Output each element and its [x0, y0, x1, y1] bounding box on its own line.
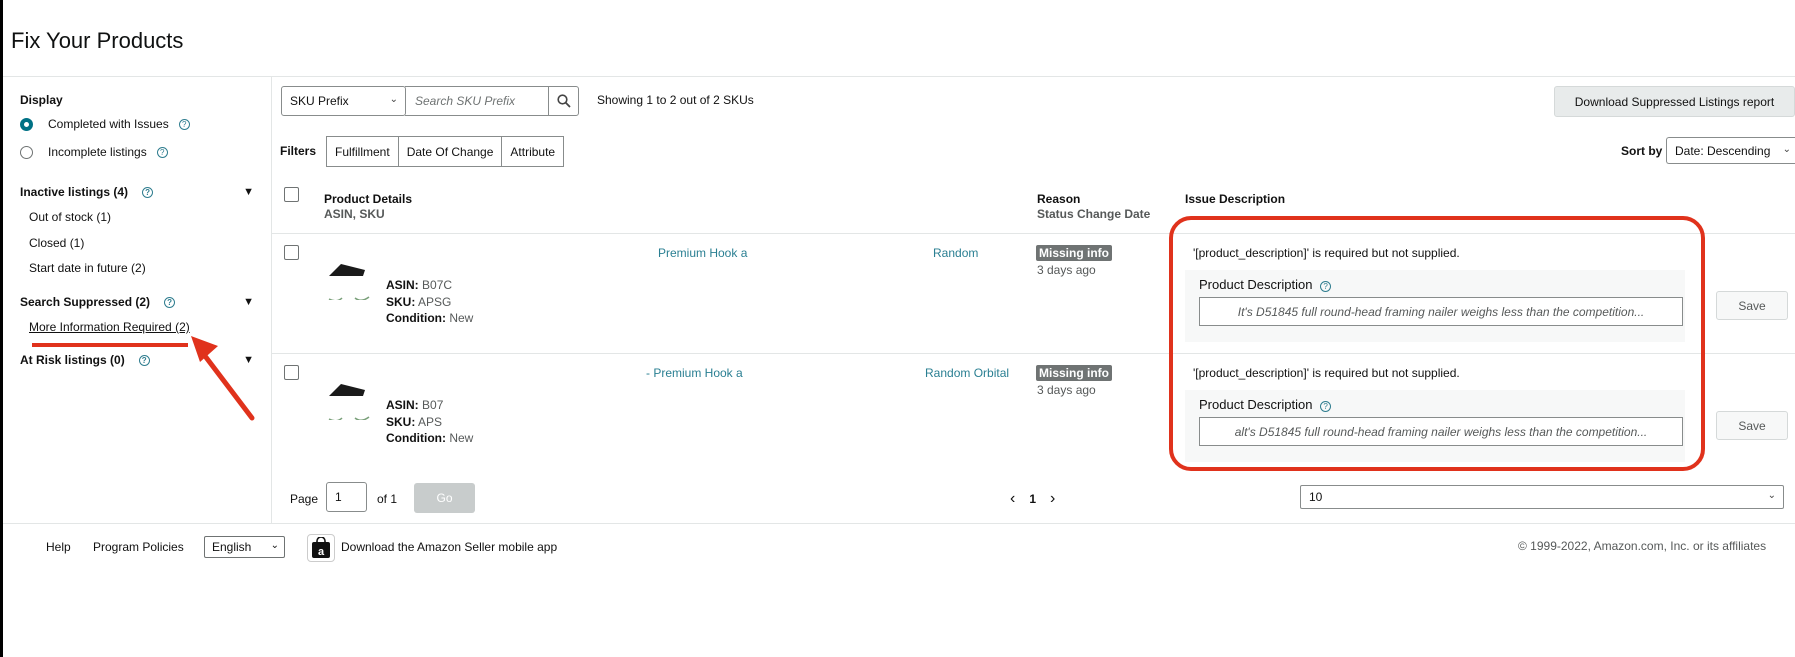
group-search-suppressed[interactable]: Search Suppressed (2) ? ▼ — [20, 295, 254, 309]
prev-page-icon[interactable]: ‹ — [1010, 490, 1015, 508]
asin-value: ASIN: B07 — [386, 398, 444, 412]
status-change-date: 3 days ago — [1037, 263, 1096, 277]
product-thumbnail[interactable] — [327, 260, 371, 300]
annotation-highlight-box — [1169, 216, 1705, 471]
search-input[interactable]: Search SKU Prefix — [405, 86, 549, 116]
sort-value: Date: Descending — [1675, 143, 1771, 158]
sku-value: SKU: APSG — [386, 295, 452, 309]
go-button[interactable]: Go — [414, 483, 475, 513]
sidebar-item-start-date-future[interactable]: Start date in future (2) — [29, 261, 146, 275]
status-change-date: 3 days ago — [1037, 383, 1096, 397]
product-thumbnail[interactable] — [327, 380, 371, 420]
radio-checked-icon[interactable] — [20, 117, 33, 131]
help-link[interactable]: Help — [46, 540, 71, 554]
app-icon-letter: a — [317, 546, 325, 558]
page-number-input[interactable]: 1 — [326, 482, 367, 512]
results-count: Showing 1 to 2 out of 2 SKUs — [597, 93, 754, 107]
language-select[interactable]: English ⌄ — [204, 536, 285, 558]
header-product-details[interactable]: Product Details — [324, 192, 412, 206]
header-issue-description: Issue Description — [1185, 192, 1286, 206]
filter-date-of-change[interactable]: Date Of Change — [398, 137, 503, 166]
group-label: At Risk listings (0) — [20, 353, 125, 367]
chevron-down-icon: ⌄ — [270, 540, 279, 551]
sku-prefix-value: SKU Prefix — [290, 94, 349, 108]
download-app-link[interactable]: Download the Amazon Seller mobile app — [341, 540, 557, 554]
collapse-triangle-icon[interactable]: ▼ — [243, 296, 254, 308]
radio-label: Incomplete listings — [48, 145, 147, 159]
header-reason[interactable]: Reason — [1037, 192, 1080, 206]
amazon-app-icon[interactable]: a — [307, 534, 335, 562]
help-icon[interactable]: ? — [142, 186, 154, 198]
page-total: of 1 — [377, 492, 398, 506]
help-icon[interactable]: ? — [156, 146, 168, 158]
status-badge: Missing info — [1036, 365, 1112, 381]
program-policies-link[interactable]: Program Policies — [93, 540, 184, 554]
page-title: Fix Your Products — [11, 28, 184, 53]
status-badge: Missing info — [1036, 245, 1112, 261]
product-title-link[interactable]: - Premium Hook a — [646, 366, 743, 380]
sidebar-item-more-info-required[interactable]: More Information Required (2) — [29, 320, 190, 334]
help-icon[interactable]: ? — [164, 296, 176, 308]
select-all-checkbox[interactable] — [284, 187, 299, 202]
sidebar-item-out-of-stock[interactable]: Out of stock (1) — [29, 210, 111, 224]
radio-incomplete-listings[interactable]: Incomplete listings ? — [20, 145, 168, 159]
search-icon — [556, 94, 571, 108]
filter-attribute[interactable]: Attribute — [502, 137, 564, 166]
chevron-down-icon: ⌄ — [389, 94, 398, 105]
sku-prefix-select[interactable]: SKU Prefix ⌄ — [281, 86, 406, 116]
filter-fulfillment[interactable]: Fulfillment — [327, 137, 399, 166]
filters-label: Filters — [280, 144, 317, 158]
per-page-value: 10 — [1309, 490, 1323, 504]
product-title-link[interactable]: Random — [933, 246, 978, 260]
help-icon[interactable]: ? — [138, 354, 150, 366]
condition-value: Condition: New — [386, 311, 474, 325]
product-title-link[interactable]: Premium Hook a — [658, 246, 747, 260]
save-button[interactable]: Save — [1716, 291, 1788, 320]
radio-completed-with-issues[interactable]: Completed with Issues ? — [20, 117, 190, 131]
asin-value: ASIN: B07C — [386, 278, 453, 292]
product-title-link[interactable]: Random Orbital — [925, 366, 1009, 380]
language-value: English — [212, 540, 252, 554]
radio-label: Completed with Issues — [48, 117, 169, 131]
per-page-select[interactable]: 10 ⌄ — [1300, 485, 1784, 509]
sort-select[interactable]: Date: Descending ⌄ — [1666, 137, 1795, 164]
annotation-underline — [32, 343, 188, 347]
display-heading: Display — [20, 93, 63, 107]
copyright-text: © 1999-2022, Amazon.com, Inc. or its aff… — [1518, 539, 1767, 553]
chevron-down-icon: ⌄ — [1782, 144, 1791, 155]
help-icon[interactable]: ? — [178, 118, 190, 130]
download-report-button[interactable]: Download Suppressed Listings report — [1554, 86, 1795, 117]
group-label: Search Suppressed (2) — [20, 295, 151, 309]
condition-value: Condition: New — [386, 431, 474, 445]
divider — [3, 523, 1795, 524]
sku-value: SKU: APS — [386, 415, 443, 429]
save-button[interactable]: Save — [1716, 411, 1788, 440]
row-checkbox[interactable] — [284, 245, 299, 260]
sort-by-label: Sort by — [1621, 144, 1663, 158]
next-page-icon[interactable]: › — [1050, 490, 1055, 508]
header-status-change-date[interactable]: Status Change Date — [1037, 207, 1150, 221]
page-label: Page — [290, 492, 319, 506]
chevron-down-icon: ⌄ — [1767, 490, 1776, 501]
radio-unchecked-icon[interactable] — [20, 145, 33, 159]
current-page[interactable]: 1 — [1029, 492, 1036, 506]
annotation-arrow-icon — [191, 336, 255, 421]
sidebar-item-closed[interactable]: Closed (1) — [29, 236, 84, 250]
header-asin-sku: ASIN, SKU — [324, 207, 385, 221]
search-button[interactable] — [548, 86, 579, 116]
group-label: Inactive listings (4) — [20, 185, 129, 199]
pager: ‹ 1 › — [1010, 490, 1055, 508]
row-checkbox[interactable] — [284, 365, 299, 380]
group-inactive-listings[interactable]: Inactive listings (4) ? ▼ — [20, 185, 254, 199]
sidebar: Display Completed with Issues ? Incomple… — [3, 77, 272, 523]
collapse-triangle-icon[interactable]: ▼ — [243, 186, 254, 198]
filter-group: Fulfillment Date Of Change Attribute — [326, 136, 565, 167]
